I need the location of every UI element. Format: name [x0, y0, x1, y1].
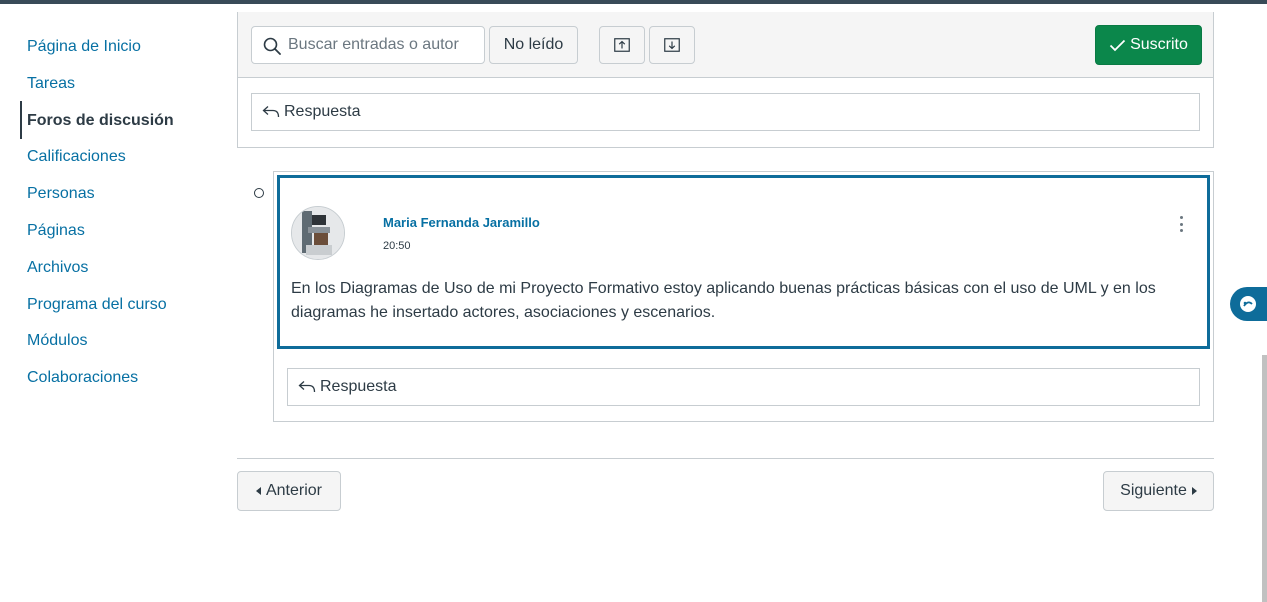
next-button[interactable]: Siguiente [1103, 471, 1214, 511]
search-box[interactable] [251, 26, 485, 64]
checkmark-icon [1109, 39, 1126, 51]
top-bar [0, 0, 1267, 4]
expand-replies-button[interactable] [649, 26, 695, 64]
search-input[interactable] [288, 27, 478, 63]
sidebar-item-home[interactable]: Página de Inicio [27, 37, 141, 57]
entry-reply-button[interactable]: Respuesta [287, 368, 1200, 406]
entry-timestamp: 20:50 [383, 240, 411, 252]
discussion-toolbar: No leído Suscrito [237, 12, 1214, 78]
more-options-icon[interactable] [1173, 214, 1189, 234]
topic-reply-button[interactable]: Respuesta [251, 93, 1200, 131]
active-indicator [20, 101, 22, 139]
chat-icon [1240, 296, 1256, 312]
discussion-entry: Maria Fernanda Jaramillo 20:50 En los Di… [277, 175, 1210, 349]
divider [237, 458, 1214, 459]
reply-arrow-icon [298, 381, 316, 393]
entry-reply-label: Respuesta [320, 378, 397, 395]
collapse-icon [614, 38, 630, 52]
author-name[interactable]: Maria Fernanda Jaramillo [383, 215, 540, 230]
unread-filter-label: No leído [503, 36, 564, 53]
caret-right-icon [1191, 487, 1197, 495]
subscribed-label: Suscrito [1130, 36, 1188, 53]
search-icon [263, 37, 281, 55]
avatar[interactable] [291, 206, 345, 260]
sidebar-item-files[interactable]: Archivos [27, 258, 88, 278]
subscribed-button[interactable]: Suscrito [1095, 25, 1202, 65]
collapse-replies-button[interactable] [599, 26, 645, 64]
expand-icon [664, 38, 680, 52]
sidebar-item-assignments[interactable]: Tareas [27, 74, 75, 94]
help-widget[interactable] [1230, 287, 1267, 321]
sidebar-item-pages[interactable]: Páginas [27, 221, 85, 241]
read-status-indicator[interactable] [254, 188, 264, 198]
caret-left-icon [255, 487, 261, 495]
reply-arrow-icon [262, 106, 280, 118]
entry-message: En los Diagramas de Uso de mi Proyecto F… [291, 280, 1156, 321]
unread-filter-button[interactable]: No leído [489, 26, 578, 64]
user-photo [292, 207, 344, 259]
sidebar-item-grades[interactable]: Calificaciones [27, 147, 126, 167]
sidebar-item-syllabus[interactable]: Programa del curso [27, 295, 167, 315]
previous-label: Anterior [265, 482, 323, 499]
sidebar-item-discussions[interactable]: Foros de discusión [27, 111, 174, 131]
topic-reply-label: Respuesta [284, 103, 361, 120]
sidebar-item-modules[interactable]: Módulos [27, 331, 87, 351]
sidebar-item-people[interactable]: Personas [27, 184, 95, 204]
sidebar-item-collaborations[interactable]: Colaboraciones [27, 368, 138, 388]
next-label: Siguiente [1120, 482, 1187, 499]
scrollbar[interactable] [1262, 355, 1267, 602]
previous-button[interactable]: Anterior [237, 471, 341, 511]
